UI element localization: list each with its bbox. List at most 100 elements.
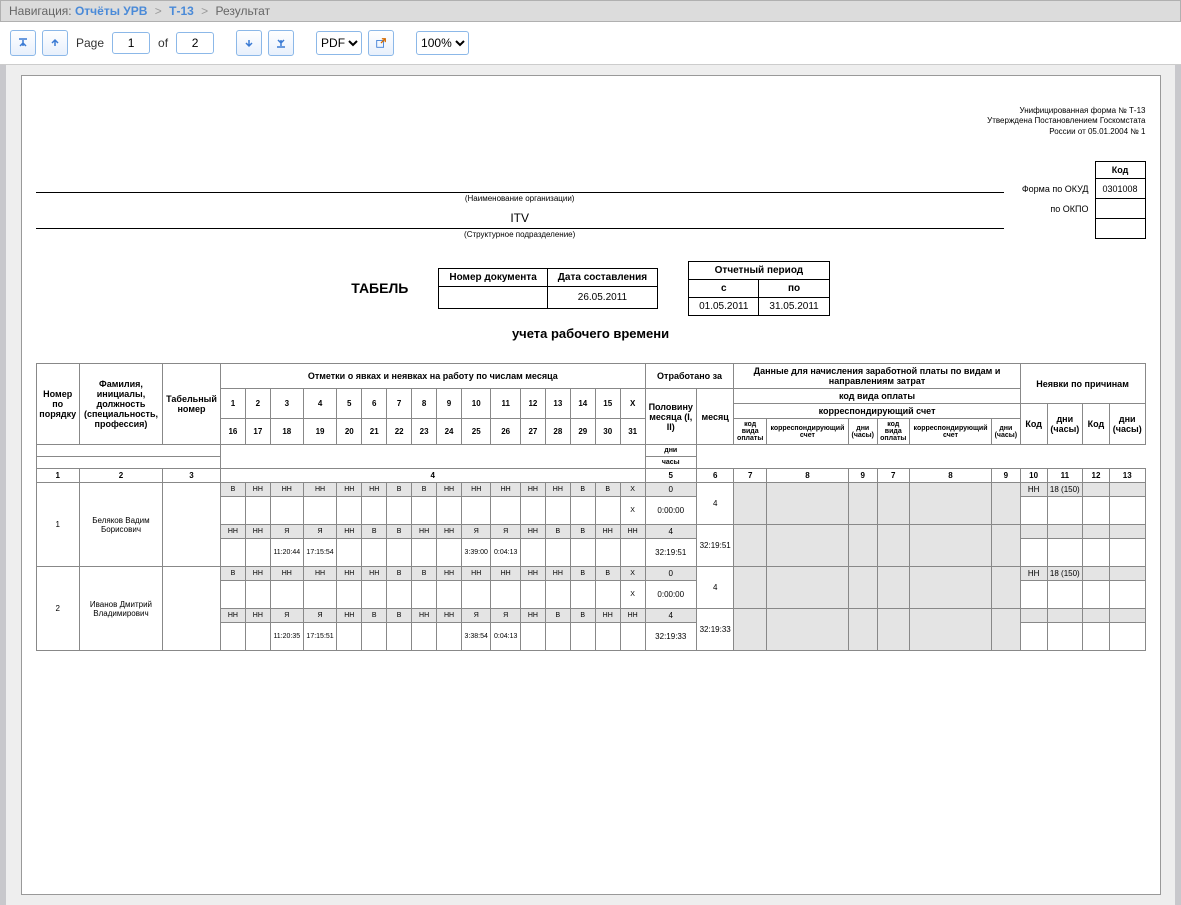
time-cell: 3:38:54: [461, 623, 490, 651]
time-cell: [270, 497, 303, 525]
month-days: 4: [696, 567, 734, 609]
half2-hours: 32:19:51: [645, 539, 696, 567]
mark-cell: НН: [220, 609, 245, 623]
time-cell: [620, 623, 645, 651]
zoom-select[interactable]: 100%: [416, 31, 469, 55]
time-cell: [545, 623, 570, 651]
report-toolbar: Page of PDF 100%: [0, 22, 1181, 65]
doc-date-value: 26.05.2011: [547, 287, 657, 309]
mark-cell: НН: [270, 483, 303, 497]
crumb-t13[interactable]: Т-13: [169, 4, 194, 18]
row-name: Беляков Вадим Борисович: [79, 483, 162, 567]
time-cell: [245, 497, 270, 525]
abs-val: [1109, 609, 1145, 623]
abs-val: [1047, 581, 1082, 609]
time-cell: [545, 539, 570, 567]
abs-val: [1047, 623, 1082, 651]
idx-cell: 13: [1109, 469, 1145, 483]
time-cell: [412, 539, 437, 567]
mark-cell: В: [387, 567, 412, 581]
pay-cell: [734, 525, 766, 567]
time-cell: [220, 539, 245, 567]
page-number-input[interactable]: [112, 32, 150, 54]
first-page-button[interactable]: [10, 30, 36, 56]
form-meta: Унифицированная форма № Т-13 Утверждена …: [36, 106, 1146, 137]
mark-cell: НН: [362, 483, 387, 497]
hdr-cs: корреспондирующий счет: [766, 419, 848, 445]
okud-value: 0301008: [1095, 179, 1145, 199]
half2-days: 4: [645, 525, 696, 539]
time-cell: [387, 497, 412, 525]
org-name-line: [36, 175, 1004, 193]
abs-val: [1047, 525, 1082, 539]
format-select[interactable]: PDF: [316, 31, 362, 55]
hdr-day: 15: [595, 389, 620, 419]
hdr-worked: Отработано за: [645, 364, 734, 389]
hdr-day: 24: [437, 419, 462, 445]
time-cell: Х: [620, 497, 645, 525]
mark-cell: В: [220, 567, 245, 581]
row-tabno: [163, 483, 221, 567]
hdr-day: 6: [362, 389, 387, 419]
breadcrumb-bar: Навигация: Отчёты УРВ > Т-13 > Результат: [0, 0, 1181, 22]
time-cell: [412, 623, 437, 651]
abs-code: [1082, 623, 1109, 651]
crumb-sep: >: [155, 4, 162, 18]
abs-code: [1082, 539, 1109, 567]
meta-line: Утверждена Постановлением Госкомстата: [36, 116, 1146, 126]
time-cell: [491, 497, 520, 525]
time-cell: [570, 539, 595, 567]
time-cell: [303, 497, 337, 525]
row-tabno: [163, 567, 221, 651]
mark-cell: НН: [362, 567, 387, 581]
pay-cell: [910, 567, 992, 609]
pay-cell: [848, 567, 877, 609]
half1-days: 0: [645, 567, 696, 581]
export-button[interactable]: [368, 30, 394, 56]
time-cell: [595, 539, 620, 567]
code-empty: [1095, 219, 1145, 239]
time-cell: [362, 497, 387, 525]
month-hours: 32:19:33: [696, 609, 734, 651]
half1-days: 0: [645, 483, 696, 497]
hdr-day: 8: [412, 389, 437, 419]
hdr-day: 7: [387, 389, 412, 419]
last-page-button[interactable]: [268, 30, 294, 56]
crumb-reports[interactable]: Отчёты УРВ: [75, 4, 147, 18]
time-cell: [387, 539, 412, 567]
half1-hours: 0:00:00: [645, 581, 696, 609]
abs-code: НН: [1020, 567, 1047, 581]
pay-cell: [877, 609, 909, 651]
prev-page-button[interactable]: [42, 30, 68, 56]
mark-cell: НН: [245, 567, 270, 581]
hdr-day: 2: [245, 389, 270, 419]
mark-cell: НН: [245, 525, 270, 539]
mark-cell: В: [545, 525, 570, 539]
mark-cell: В: [387, 525, 412, 539]
pay-cell: [992, 483, 1021, 525]
abs-code: [1020, 497, 1047, 525]
half2-hours: 32:19:33: [645, 623, 696, 651]
time-cell: [387, 581, 412, 609]
mark-cell: НН: [545, 567, 570, 581]
next-page-button[interactable]: [236, 30, 262, 56]
pay-cell: [877, 567, 909, 609]
time-cell: [437, 539, 462, 567]
mark-cell: В: [412, 567, 437, 581]
time-cell: [337, 581, 362, 609]
mark-cell: НН: [437, 525, 462, 539]
mark-cell: Я: [491, 525, 520, 539]
last-page-icon: [275, 37, 287, 49]
hdr-day: 20: [337, 419, 362, 445]
hdr-pc: код вида оплаты: [734, 419, 766, 445]
hdr-day: 29: [570, 419, 595, 445]
time-cell: [220, 623, 245, 651]
first-page-icon: [17, 37, 29, 49]
half2-days: 4: [645, 609, 696, 623]
abs-code: [1020, 539, 1047, 567]
mark-cell: НН: [337, 483, 362, 497]
pay-cell: [992, 609, 1021, 651]
mark-cell: В: [387, 609, 412, 623]
time-cell: [270, 581, 303, 609]
hdr-abs: Неявки по причинам: [1020, 364, 1145, 404]
